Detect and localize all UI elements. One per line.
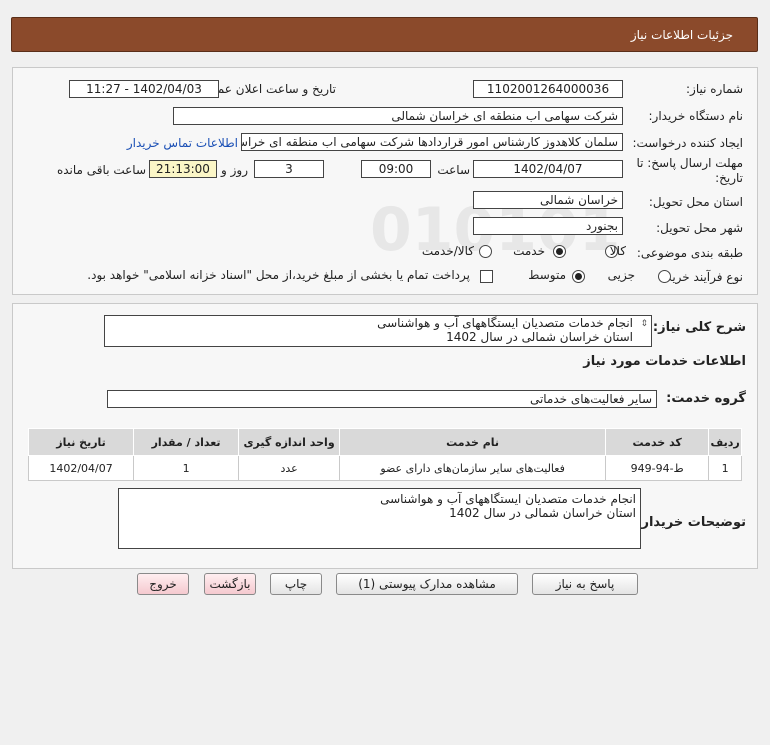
service-group-field: سایر فعالیت‌های خدماتی <box>107 390 657 408</box>
delivery-province-label: استان محل تحویل: <box>648 195 743 209</box>
textarea-resize-icon: ⇕ <box>640 319 648 329</box>
cell-unit: عدد <box>238 455 341 481</box>
cell-service-name: فعالیت‌های سایر سازمان‌های دارای عضو <box>339 455 607 481</box>
col-need-date: تاریخ نیاز <box>27 428 135 456</box>
services-table: ردیف کد خدمت نام خدمت واحد اندازه گیری ت… <box>27 428 742 481</box>
category-radio-goods-service[interactable] <box>479 245 492 258</box>
table-row: 1 ط-94-949 فعالیت‌های سایر سازمان‌های دا… <box>27 455 742 481</box>
col-quantity: تعداد / مقدار <box>133 428 240 456</box>
page-title: جزئیات اطلاعات نیاز <box>630 28 733 42</box>
attachments-button[interactable]: مشاهده مدارک پیوستی (1) <box>336 573 518 595</box>
buyer-notes-field: انجام خدمات متصدیان ایستگاههای آب و هواش… <box>118 488 641 549</box>
reply-button[interactable]: پاسخ به نیاز <box>532 573 638 595</box>
announce-datetime-field: 1402/04/03 - 11:27 <box>69 80 219 98</box>
cell-need-date: 1402/04/07 <box>27 455 135 481</box>
exit-button[interactable]: خروج <box>137 573 189 595</box>
deadline-label: مهلت ارسال پاسخ: تا <box>636 156 743 170</box>
remaining-time-label: ساعت باقی مانده <box>56 163 146 177</box>
summary-label: شرح کلی نیاز: <box>652 320 746 335</box>
remaining-days-field: 3 <box>254 160 324 178</box>
services-heading: اطلاعات خدمات مورد نیاز <box>583 354 746 369</box>
page-header: جزئیات اطلاعات نیاز <box>11 17 758 52</box>
purchase-radio-medium[interactable] <box>572 270 585 283</box>
need-number-label: شماره نیاز: <box>686 82 743 96</box>
category-label: طبقه بندی موضوعی: <box>636 246 743 260</box>
deadline-date-label: تاریخ: <box>715 171 743 185</box>
deadline-date-field: 1402/04/07 <box>473 160 623 178</box>
buyer-org-field: شرکت سهامی اب منطقه ای خراسان شمالی <box>173 107 623 125</box>
buyer-notes-line-2: استان خراسان شمالی در سال 1402 <box>449 506 636 520</box>
category-option-goods-service: کالا/خدمت <box>421 244 474 258</box>
delivery-province-field: خراسان شمالی <box>473 191 623 209</box>
requester-field: سلمان کلاهدوز کارشناس امور قراردادها شرک… <box>241 133 623 151</box>
purchase-option-minor: جزیی <box>607 268 635 282</box>
requester-label: ایجاد کننده درخواست: <box>632 136 743 150</box>
col-row-number: ردیف <box>708 428 742 456</box>
buyer-org-label: نام دستگاه خریدار: <box>648 109 744 123</box>
days-label: روز و <box>221 163 248 177</box>
delivery-city-label: شهر محل تحویل: <box>656 221 743 235</box>
summary-line-2: استان خراسان شمالی در سال 1402 <box>446 330 633 344</box>
category-option-service: خدمت <box>513 244 545 258</box>
col-unit: واحد اندازه گیری <box>238 428 341 456</box>
cell-service-code: ط-94-949 <box>605 455 710 481</box>
treasury-bonds-note: پرداخت تمام یا بخشی از مبلغ خرید،از محل … <box>87 268 470 282</box>
service-group-label: گروه خدمت: <box>666 391 746 406</box>
purchase-radio-minor[interactable] <box>658 270 671 283</box>
treasury-bonds-checkbox[interactable] <box>480 270 493 283</box>
cell-quantity: 1 <box>133 455 240 481</box>
deadline-time-label: ساعت <box>437 163 470 177</box>
need-number-field: 1102001264000036 <box>473 80 623 98</box>
deadline-time-field: 09:00 <box>361 160 431 178</box>
summary-field: انجام خدمات متصدیان ایستگاههای آب و هواش… <box>104 315 652 347</box>
col-service-name: نام خدمت <box>339 428 607 456</box>
category-option-goods: کالا <box>609 244 626 258</box>
need-details-panel <box>12 67 758 295</box>
delivery-city-field: بجنورد <box>473 217 623 235</box>
buyer-contact-link[interactable]: اطلاعات تماس خریدار <box>127 136 238 150</box>
print-button[interactable]: چاپ <box>270 573 322 595</box>
summary-line-1: انجام خدمات متصدیان ایستگاههای آب و هواش… <box>377 316 633 330</box>
col-service-code: کد خدمت <box>605 428 710 456</box>
purchase-option-medium: متوسط <box>528 268 566 282</box>
buyer-notes-label: توضیحات خریدار: <box>636 515 746 530</box>
back-button[interactable]: بازگشت <box>204 573 256 595</box>
cell-row-number: 1 <box>708 455 742 481</box>
remaining-time-field: 21:13:00 <box>149 160 217 178</box>
table-header-row: ردیف کد خدمت نام خدمت واحد اندازه گیری ت… <box>27 428 742 456</box>
category-radio-service[interactable] <box>553 245 566 258</box>
buyer-notes-line-1: انجام خدمات متصدیان ایستگاههای آب و هواش… <box>380 492 636 506</box>
